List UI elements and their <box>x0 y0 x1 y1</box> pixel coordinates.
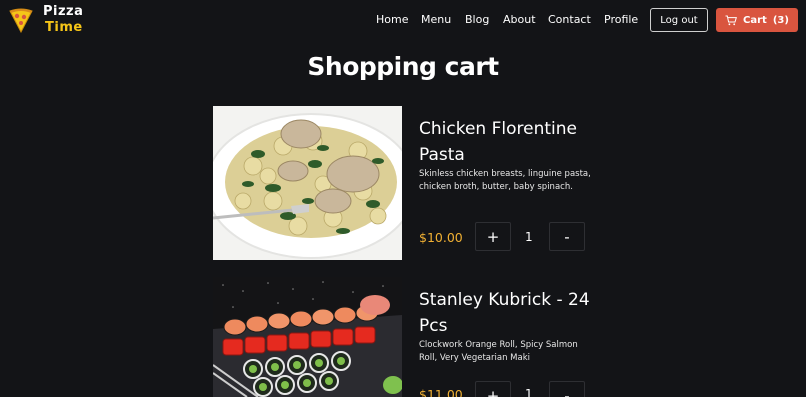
cart-icon <box>725 15 738 25</box>
product-price: $11.00 <box>419 387 463 397</box>
plus-icon: + <box>486 386 500 397</box>
product-name: Stanley Kubrick - 24 Pcs <box>419 290 590 336</box>
nav-about-link[interactable]: About <box>503 13 536 26</box>
product-image-sushi <box>213 277 402 397</box>
nav-home-link[interactable]: Home <box>376 13 408 26</box>
logout-button-label: Log out <box>660 14 698 26</box>
nav-contact-link[interactable]: Contact <box>548 13 591 26</box>
quantity-value: 1 <box>525 230 533 244</box>
logo-text-line1: Pizza <box>43 4 84 19</box>
product-name: Chicken Florentine Pasta <box>419 119 577 165</box>
minus-icon: - <box>564 227 570 246</box>
minus-icon: - <box>564 386 570 397</box>
header: Pizza Time Home Menu Blog About Contact … <box>0 0 806 40</box>
page: Pizza Time Home Menu Blog About Contact … <box>0 0 806 397</box>
product-description: Clockwork Orange Roll, Spicy Salmon Roll… <box>419 340 578 363</box>
cart-button[interactable]: Cart (3) <box>716 8 798 32</box>
cart-button-label: Cart <box>743 14 767 26</box>
plus-icon: + <box>486 227 500 246</box>
logo[interactable]: Pizza Time <box>8 4 83 36</box>
quantity-increase-button[interactable]: + <box>475 222 511 251</box>
logout-button[interactable]: Log out <box>650 8 708 32</box>
quantity-increase-button[interactable]: + <box>475 381 511 397</box>
cart-count-badge: (3) <box>772 14 789 26</box>
quantity-decrease-button[interactable]: - <box>549 222 585 251</box>
product-description: Skinless chicken breasts, linguine pasta… <box>419 169 591 192</box>
logo-text-line2: Time <box>45 20 83 35</box>
nav-blog-link[interactable]: Blog <box>465 13 489 26</box>
product-image-pasta <box>213 106 402 260</box>
quantity-decrease-button[interactable]: - <box>549 381 585 397</box>
quantity-value: 1 <box>525 387 533 397</box>
nav-menu-link[interactable]: Menu <box>421 13 451 26</box>
product-price: $10.00 <box>419 230 463 245</box>
pizza-slice-icon <box>9 8 33 33</box>
page-title: Shopping cart <box>307 52 499 81</box>
nav-profile-link[interactable]: Profile <box>604 13 638 26</box>
